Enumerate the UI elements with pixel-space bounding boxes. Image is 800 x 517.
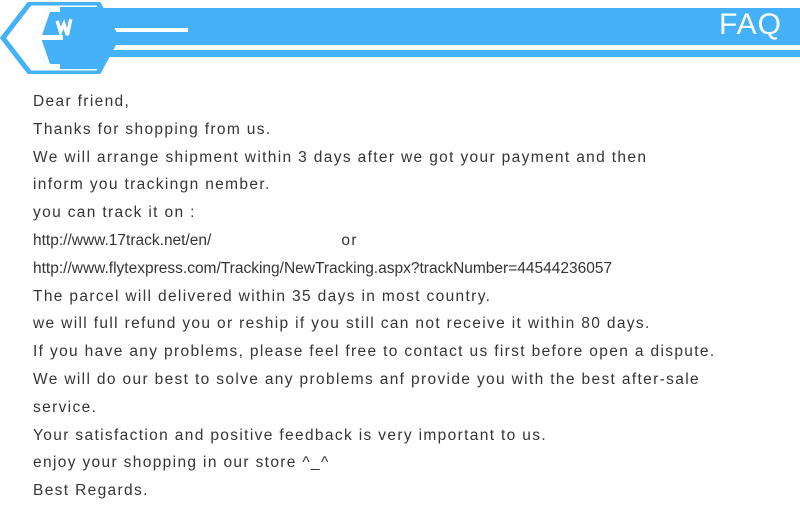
hexagon-badge-icon: [0, 2, 118, 74]
letter-line-aftersale-2: service.: [33, 398, 98, 416]
letter-line-tracking-url-1-row: http://www.17track.net/en/or: [33, 227, 785, 255]
letter-line-dispute-note: If you have any problems, please feel fr…: [33, 343, 716, 361]
letter-line-aftersale-1: We will do our best to solve any problem…: [33, 370, 700, 388]
letter-line-shipment-1: We will arrange shipment within 3 days a…: [33, 148, 648, 166]
tracking-url-2-link[interactable]: http://www.flytexpress.com/Tracking/NewT…: [33, 255, 785, 283]
banner-decor-rule-long: [58, 45, 800, 50]
letter-line-refund-policy: we will full refund you or reship if you…: [33, 315, 651, 333]
tracking-url-1-link[interactable]: http://www.17track.net/en/: [33, 232, 211, 249]
letter-line-feedback: Your satisfaction and positive feedback …: [33, 426, 548, 444]
letter-line-signoff: Best Regards.: [33, 482, 149, 500]
or-label: or: [341, 231, 358, 249]
letter-line-delivery-time: The parcel will delivered within 35 days…: [33, 287, 492, 305]
letter-line-thanks: Thanks for shopping from us.: [33, 120, 272, 138]
letter-line-greeting: Dear friend,: [33, 93, 131, 110]
letter-line-track-intro: you can track it on :: [33, 204, 196, 222]
page-title: FAQ: [718, 8, 782, 41]
faq-letter-body: Dear friend, Thanks for shopping from us…: [33, 88, 785, 505]
page-header-banner: FAQ: [0, 0, 800, 78]
letter-line-shipment-2: inform you trackingn nember.: [33, 176, 271, 194]
letter-line-enjoy: enjoy your shopping in our store ^_^: [33, 454, 330, 472]
